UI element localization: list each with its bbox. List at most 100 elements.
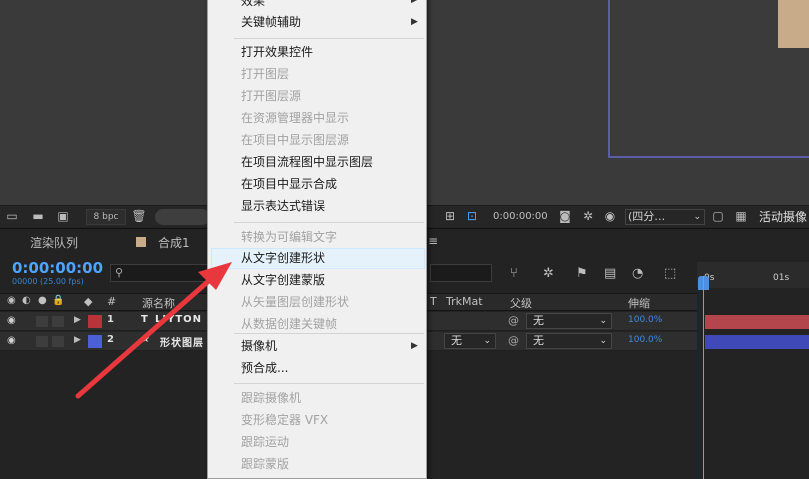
bit-depth-button[interactable]: 8 bpc <box>86 209 126 225</box>
menu-item-reveal-composition[interactable]: 在项目中显示合成 <box>241 176 337 192</box>
column-number: # <box>107 295 117 308</box>
shy-layers-icon[interactable]: ⚑ <box>576 266 588 281</box>
parent-select[interactable]: 无 ⌄ <box>526 333 612 349</box>
label-tag-icon[interactable]: ◆ <box>84 295 92 308</box>
stretch-value[interactable]: 100.0% <box>628 335 662 345</box>
composition-flowchart-icon[interactable]: ⑂ <box>510 266 518 281</box>
menu-item-track-motion[interactable]: 跟踪运动 <box>241 434 289 450</box>
eye-icon[interactable]: ◉ <box>7 335 16 346</box>
camera-snapshot-icon[interactable]: ◙ <box>557 209 573 224</box>
menu-item-create-shapes-from-text[interactable]: 从文字创建形状 <box>241 250 325 266</box>
frame-blending-icon[interactable]: ▤ <box>604 266 616 281</box>
column-stretch: 伸缩 <box>628 297 650 310</box>
column-t: T <box>430 295 437 308</box>
solo-toggle[interactable] <box>36 336 48 347</box>
layer-type-icon: T <box>141 314 149 325</box>
menu-item-track-camera[interactable]: 跟踪摄像机 <box>241 390 301 406</box>
playhead-line[interactable] <box>703 276 704 479</box>
menu-item-create-keyframes-from-data[interactable]: 从数据创建关键帧 <box>241 316 337 332</box>
layer-search-input-extension[interactable] <box>430 264 492 282</box>
layer-search-input[interactable]: ⚲ <box>110 264 210 282</box>
menu-item-pre-compose[interactable]: 预合成... <box>241 360 288 376</box>
resolution-select[interactable]: (四分… ⌄ <box>625 209 705 225</box>
eye-icon[interactable]: ◉ <box>7 315 16 326</box>
layer-number: 2 <box>107 334 114 345</box>
audio-icon[interactable]: ◐ <box>22 295 31 306</box>
lock-toggle[interactable] <box>52 316 64 327</box>
mask-visibility-icon[interactable]: ⊡ <box>464 209 480 224</box>
render-settings-icon[interactable]: ▭ <box>4 209 20 224</box>
layer-duration-bar[interactable] <box>705 315 809 329</box>
transparency-grid-icon[interactable]: ▦ <box>733 209 749 224</box>
film-icon[interactable]: ▣ <box>55 209 71 224</box>
parent-select[interactable]: 无 ⌄ <box>526 313 612 329</box>
lock-toggle[interactable] <box>52 336 64 347</box>
eye-icon[interactable]: ◉ <box>7 295 16 306</box>
menu-item-effects[interactable]: 效果 <box>241 0 265 9</box>
composition-background-swatch <box>778 0 809 48</box>
show-snapshot-icon[interactable]: ✲ <box>580 209 596 224</box>
menu-item-reveal-in-flowchart[interactable]: 在项目流程图中显示图层 <box>241 154 373 170</box>
ruler-tick-label: 01s <box>773 273 790 283</box>
layer-name[interactable]: LIYTON <box>155 314 202 325</box>
region-of-interest-icon[interactable]: ▢ <box>710 209 726 224</box>
solo-icon[interactable]: ● <box>38 295 47 306</box>
menu-item-open-layer[interactable]: 打开图层 <box>241 66 289 82</box>
chevron-down-icon: ⌄ <box>483 336 491 346</box>
menu-item-open-layer-source[interactable]: 打开图层源 <box>241 88 301 104</box>
trash-icon[interactable]: 🗑 <box>131 209 147 224</box>
column-source-name[interactable]: 源名称 <box>142 295 175 311</box>
menu-separator <box>234 222 424 223</box>
expand-triangle-icon[interactable]: ▶ <box>74 315 81 325</box>
viewer-timecode[interactable]: 0:00:00:00 <box>493 209 548 225</box>
menu-item-track-mask[interactable]: 跟踪蒙版 <box>241 456 289 472</box>
motion-blur-icon[interactable]: ◔ <box>632 266 643 281</box>
menu-item-show-expression-errors[interactable]: 显示表达式错误 <box>241 198 325 214</box>
zoom-slider[interactable] <box>155 209 210 225</box>
expand-triangle-icon[interactable]: ▶ <box>74 335 81 345</box>
menu-item-create-shapes-from-vector[interactable]: 从矢量图层创建形状 <box>241 294 349 310</box>
grid-icon[interactable]: ⊞ <box>442 209 458 224</box>
menu-item-convert-to-editable-text[interactable]: 转换为可编辑文字 <box>241 229 337 245</box>
solo-toggle[interactable] <box>36 316 48 327</box>
active-camera-select[interactable]: 活动摄像 <box>759 209 807 225</box>
menu-item-create-masks-from-text[interactable]: 从文字创建蒙版 <box>241 272 325 288</box>
menu-item-keyframe-assistant[interactable]: 关键帧辅助 <box>241 14 301 30</box>
menu-separator <box>234 333 424 334</box>
folder-icon[interactable]: ▬ <box>30 209 46 224</box>
tab-render-queue[interactable]: 渲染队列 <box>30 234 78 251</box>
menu-separator <box>234 383 424 384</box>
stretch-value[interactable]: 100.0% <box>628 315 662 325</box>
submenu-arrow-icon: ▶ <box>411 341 418 351</box>
menu-item-camera[interactable]: 摄像机 <box>241 338 277 354</box>
frame-rate-label: 00000 (25.00 fps) <box>12 277 84 286</box>
pick-whip-icon[interactable]: @ <box>508 314 519 327</box>
current-time-display[interactable]: 0:00:00:00 <box>12 259 103 277</box>
color-channels-icon[interactable]: ◉ <box>602 209 618 224</box>
layer-name[interactable]: 形状图层 <box>160 334 204 349</box>
layer-number: 1 <box>107 314 114 325</box>
composition-color-swatch <box>136 237 146 247</box>
menu-item-reveal-in-explorer[interactable]: 在资源管理器中显示 <box>241 110 349 126</box>
layer-label-color[interactable] <box>88 335 102 348</box>
layer-duration-bar[interactable] <box>705 335 809 349</box>
graph-editor-icon[interactable]: ⬚ <box>664 266 676 281</box>
pick-whip-icon[interactable]: @ <box>508 334 519 347</box>
column-trkmat: TrkMat <box>446 295 483 308</box>
menu-item-warp-stabilizer[interactable]: 变形稳定器 VFX <box>241 412 328 428</box>
chevron-down-icon: ⌄ <box>599 316 607 326</box>
column-parent: 父级 <box>510 297 532 310</box>
panel-menu-icon[interactable]: ≡ <box>428 234 438 248</box>
lock-icon[interactable]: 🔒 <box>52 295 64 306</box>
menu-item-open-effect-controls[interactable]: 打开效果控件 <box>241 44 313 60</box>
menu-separator <box>234 38 424 39</box>
tab-composition-1[interactable]: 合成1 <box>158 234 190 251</box>
menu-item-reveal-layer-source[interactable]: 在项目中显示图层源 <box>241 132 349 148</box>
draft-3d-icon[interactable]: ✲ <box>543 266 554 281</box>
submenu-arrow-icon: ▶ <box>411 17 418 27</box>
trkmat-select[interactable]: 无 ⌄ <box>444 333 496 349</box>
chevron-down-icon: ⌄ <box>693 212 701 222</box>
layer-label-color[interactable] <box>88 315 102 328</box>
chevron-down-icon: ⌄ <box>599 336 607 346</box>
submenu-arrow-icon: ▶ <box>411 0 418 5</box>
